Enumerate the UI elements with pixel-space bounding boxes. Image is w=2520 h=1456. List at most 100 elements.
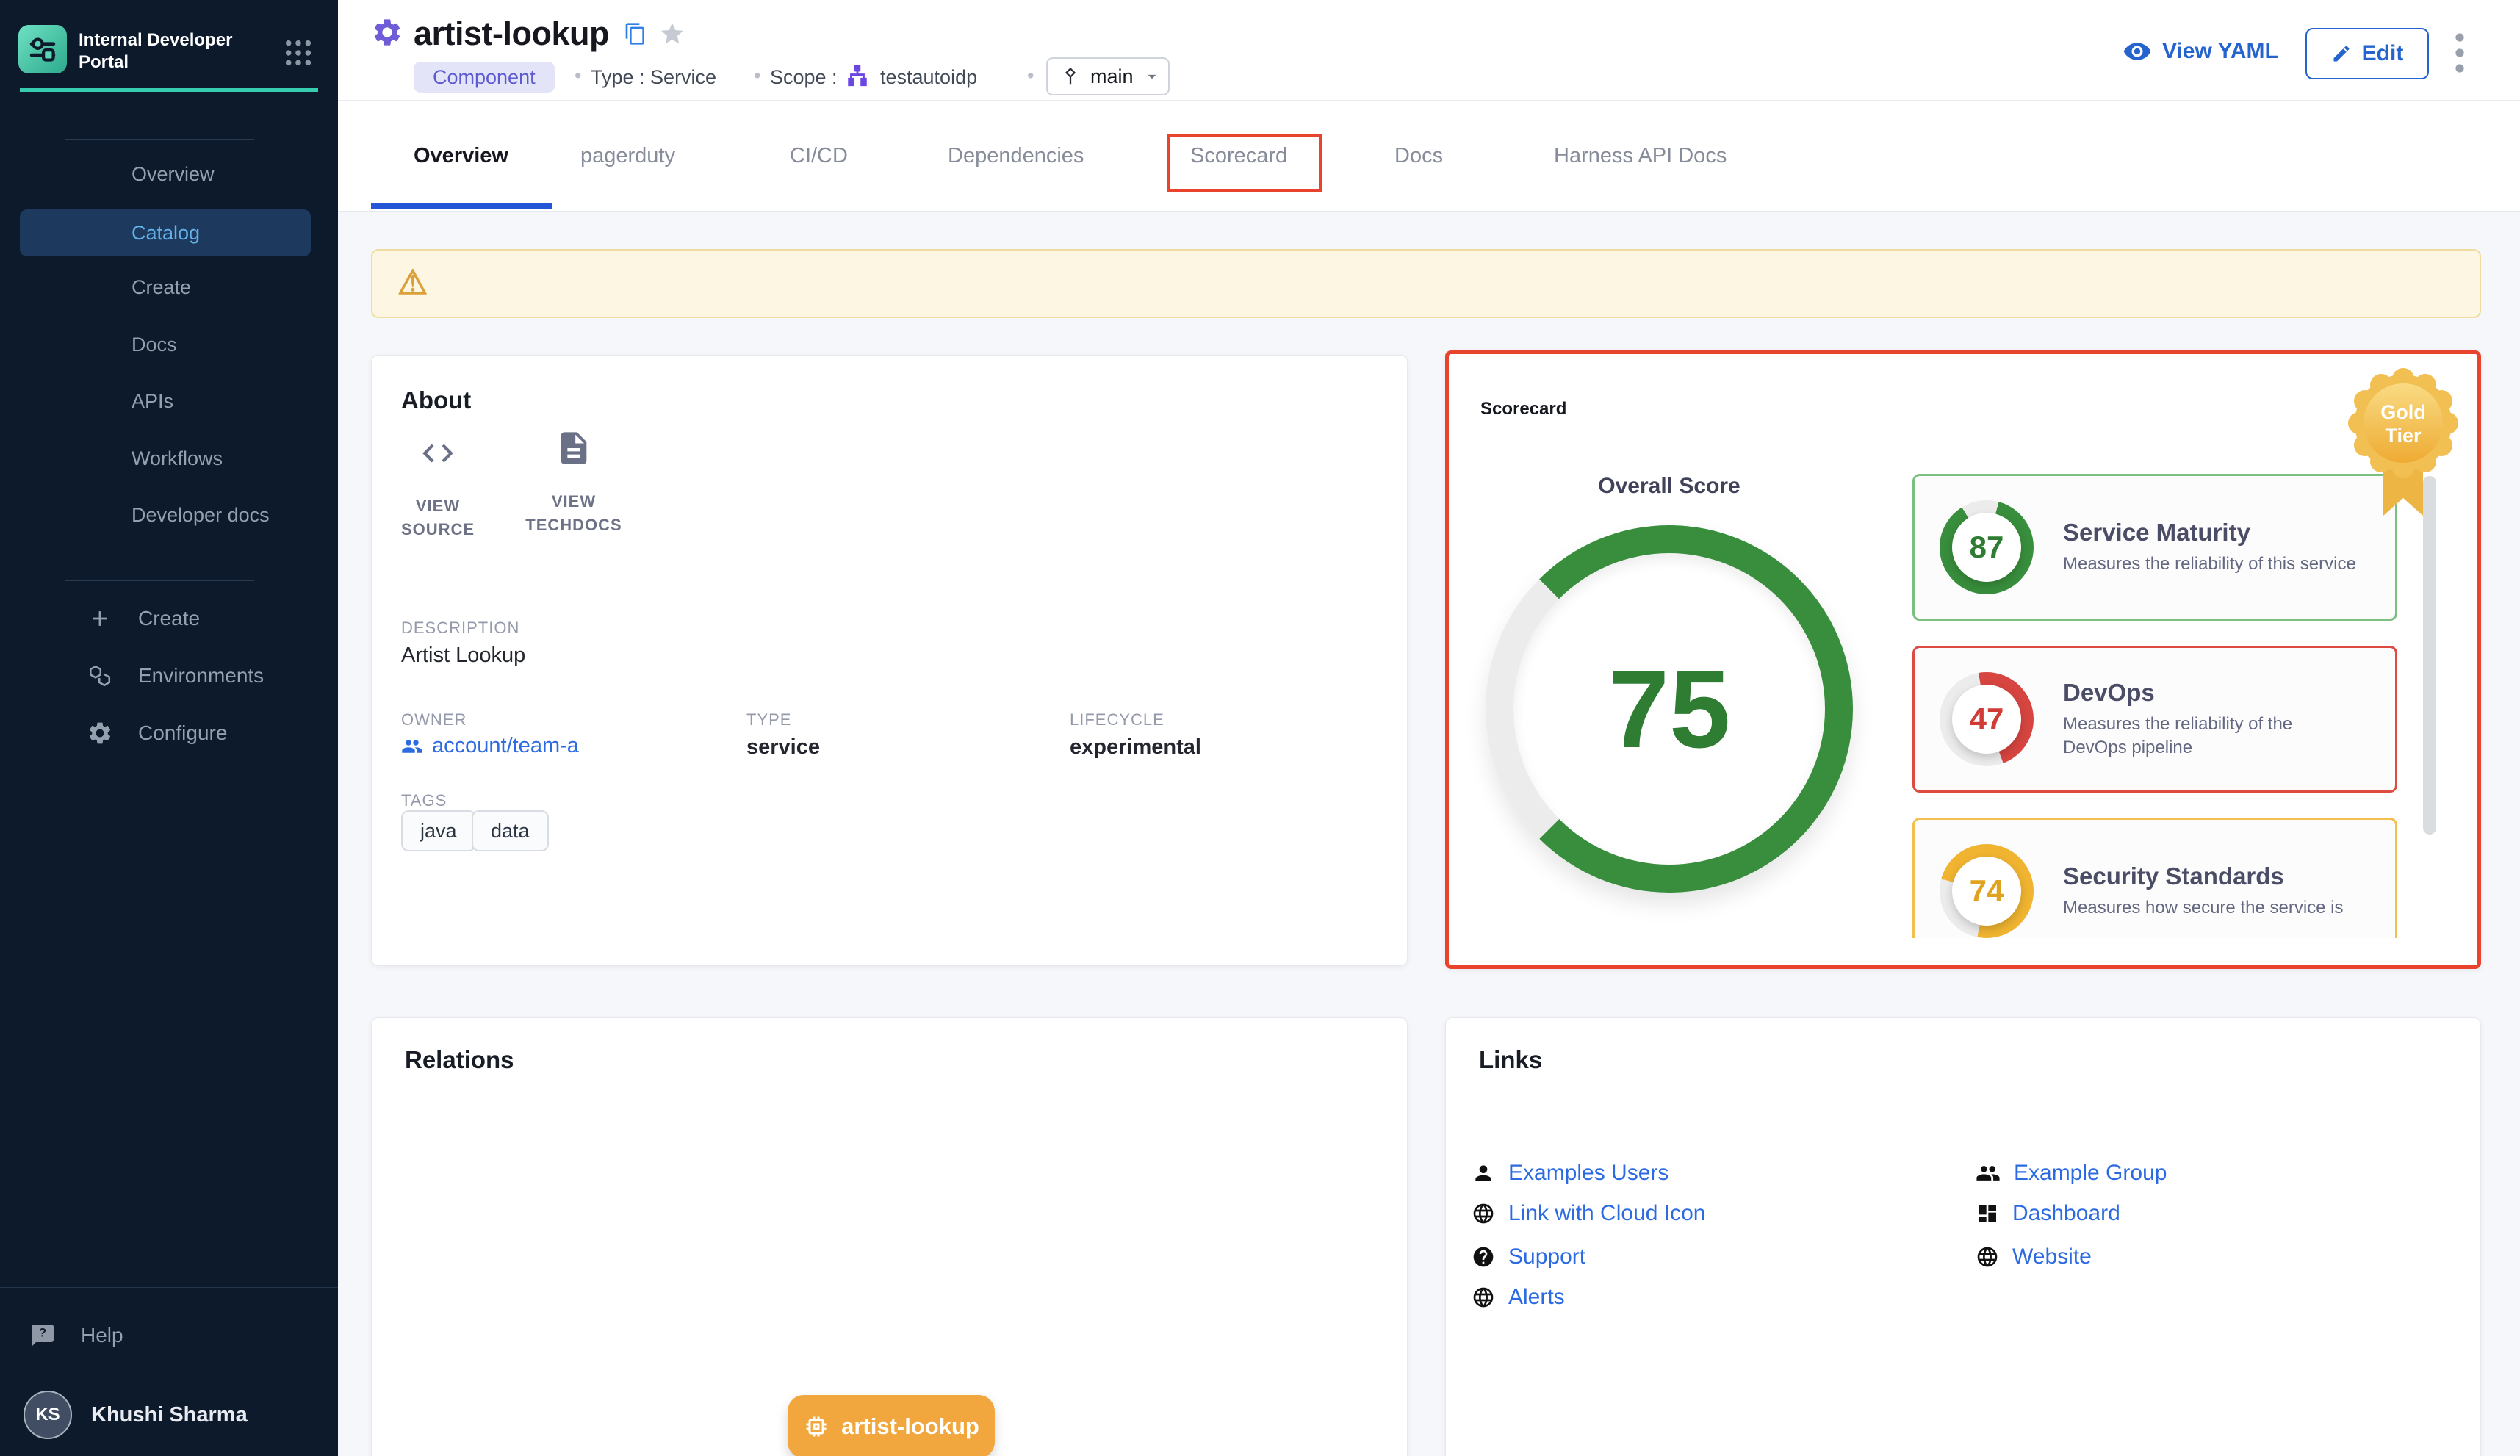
page-title: artist-lookup [414, 15, 609, 53]
dot-separator: • [1027, 65, 1034, 87]
type-label: TYPE [746, 710, 791, 729]
check-description: Measures the reliability of the DevOps p… [2063, 713, 2357, 760]
check-card-service-maturity: 87 Service Maturity Measures the reliabi… [1912, 474, 2397, 621]
sidebar-item-create[interactable]: Create [20, 266, 311, 309]
link-website[interactable]: Website [1976, 1244, 2092, 1269]
hexagons-icon [87, 663, 113, 689]
relations-title: Relations [405, 1046, 514, 1074]
sidebar-tool-configure[interactable]: Configure [0, 710, 338, 757]
people-icon [1976, 1161, 2001, 1186]
tab-docs[interactable]: Docs [1394, 144, 1443, 168]
entity-type: Type : Service [591, 66, 716, 89]
relations-node-artist-lookup[interactable]: artist-lookup [788, 1395, 995, 1456]
globe-icon [1472, 1286, 1495, 1309]
dot-separator: • [575, 65, 581, 87]
tabs-divider [338, 211, 2520, 212]
svg-text:Gold: Gold [2380, 401, 2426, 423]
tags-label: TAGS [401, 791, 447, 810]
edit-button[interactable]: Edit [2305, 28, 2429, 79]
help-chat-icon [29, 1322, 56, 1349]
owner-link[interactable]: account/team-a [401, 734, 579, 758]
warning-banner: ⚠ [371, 249, 2481, 318]
scrollbar-thumb[interactable] [2423, 476, 2436, 835]
kebab-menu-icon[interactable] [2449, 32, 2470, 73]
sidebar-tool-create[interactable]: Create [0, 595, 338, 642]
view-source-action[interactable]: VIEW SOURCE [383, 435, 493, 541]
eye-icon [2123, 37, 2152, 66]
view-techdocs-action[interactable]: VIEW TECHDOCS [519, 429, 629, 537]
sliders-icon [26, 32, 60, 66]
sidebar-item-workflows[interactable]: Workflows [20, 437, 311, 480]
about-card: About VIEW SOURCE VIEW TECHDOCS DESCRIPT… [371, 355, 1408, 966]
overall-score-gauge: 75 [1486, 525, 1853, 893]
sidebar-tool-environments[interactable]: Environments [0, 652, 338, 699]
sitemap-icon [845, 63, 870, 88]
sidebar-item-docs[interactable]: Docs [20, 323, 311, 366]
check-name: Security Standards [2063, 862, 2357, 890]
link-with-cloud-icon[interactable]: Link with Cloud Icon [1472, 1201, 1705, 1226]
view-yaml-button[interactable]: View YAML [2123, 37, 2278, 66]
branch-icon [1059, 65, 1081, 87]
check-name: Service Maturity [2063, 519, 2357, 547]
sidebar-item-apis[interactable]: APIs [20, 380, 311, 422]
svg-text:Tier: Tier [2385, 425, 2422, 447]
link-dashboard[interactable]: Dashboard [1976, 1201, 2120, 1226]
link-alerts[interactable]: Alerts [1472, 1285, 1565, 1310]
check-description: Measures the reliability of this service [2063, 552, 2357, 576]
branch-selector[interactable]: main [1046, 57, 1170, 95]
lifecycle-value: experimental [1070, 735, 1201, 760]
link-examples-users[interactable]: Examples Users [1472, 1161, 1668, 1186]
user-menu[interactable]: KS Khushi Sharma [0, 1391, 338, 1438]
avatar: KS [24, 1391, 72, 1439]
globe-icon [1976, 1245, 1999, 1269]
help-button[interactable]: Help [0, 1312, 338, 1359]
sidebar: Internal Developer Portal Overview Catal… [0, 0, 338, 1456]
sidebar-item-catalog[interactable]: Catalog [20, 209, 311, 256]
check-card-devops: 47 DevOps Measures the reliability of th… [1912, 646, 2397, 793]
link-support[interactable]: Support [1472, 1244, 1585, 1269]
kind-badge: Component [414, 62, 555, 93]
sidebar-footer-divider [0, 1287, 338, 1288]
gold-tier-badge: Gold Tier [2341, 363, 2466, 526]
header-divider [338, 100, 2520, 101]
check-name: DevOps [2063, 679, 2357, 707]
chip-icon [803, 1413, 829, 1440]
tag-chip-java[interactable]: java [401, 810, 476, 851]
sidebar-accent-rule [20, 88, 318, 92]
tab-pagerduty[interactable]: pagerduty [580, 144, 675, 168]
link-example-group[interactable]: Example Group [1976, 1161, 2167, 1186]
portal-logo-icon [18, 25, 67, 73]
tab-harness-api-docs[interactable]: Harness API Docs [1554, 144, 1727, 168]
code-icon [420, 435, 456, 472]
star-favorite-icon[interactable] [659, 21, 685, 47]
check-score-ring: 87 [1940, 500, 2034, 594]
scorecard-title: Scorecard [1480, 399, 1566, 419]
pencil-icon [2331, 43, 2352, 64]
active-tab-underline [371, 203, 552, 209]
app-grid-icon[interactable] [284, 38, 313, 68]
gear-icon [87, 720, 113, 746]
document-icon [555, 429, 593, 467]
sidebar-item-developer-docs[interactable]: Developer docs [20, 494, 311, 536]
relations-card: Relations [371, 1017, 1408, 1456]
question-icon [1472, 1245, 1495, 1269]
component-gear-icon [371, 16, 403, 48]
lifecycle-label: LIFECYCLE [1070, 710, 1164, 729]
tab-overview[interactable]: Overview [414, 144, 508, 168]
overall-score-label: Overall Score [1581, 474, 1757, 499]
check-score-ring: 47 [1940, 672, 2034, 766]
tab-dependencies[interactable]: Dependencies [948, 144, 1084, 168]
people-icon [401, 735, 423, 757]
plus-icon [87, 605, 113, 632]
owner-label: OWNER [401, 710, 467, 729]
tag-chip-data[interactable]: data [472, 810, 549, 851]
portal-title: Internal Developer Portal [79, 29, 248, 73]
about-title: About [401, 386, 471, 414]
scope-label: Scope : [770, 66, 838, 89]
tab-cicd[interactable]: CI/CD [790, 144, 848, 168]
dot-separator: • [754, 65, 760, 87]
copy-icon[interactable] [624, 22, 647, 46]
warning-icon: ⚠ [397, 262, 428, 302]
sidebar-item-overview[interactable]: Overview [20, 153, 311, 195]
links-card: Links Examples Users Link with Cloud Ico… [1445, 1017, 2481, 1456]
